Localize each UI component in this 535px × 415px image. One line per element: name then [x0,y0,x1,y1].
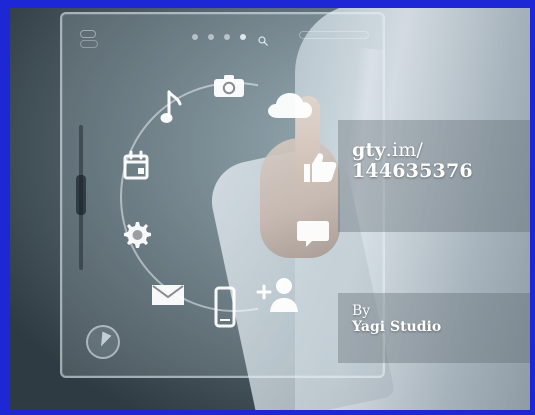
panel-topbar [72,24,377,50]
watermark-url-prefix: gty [352,139,386,161]
page-dot-1[interactable] [192,34,198,40]
vertical-slider-thumb[interactable] [76,175,86,215]
page-dot-2[interactable] [208,34,214,40]
topbar-badge-left-2 [80,40,98,48]
add-contact-icon[interactable] [256,274,300,314]
watermark-url: gty.im/ [352,140,473,161]
like-thumb-icon[interactable] [302,150,338,184]
search-icon[interactable] [258,31,268,46]
mail-icon[interactable] [151,283,185,307]
cloud-icon[interactable] [266,90,312,122]
credit-by-label: By [352,303,371,319]
calendar-icon[interactable] [122,150,150,180]
watermark-code: 144635376 [352,159,473,182]
chat-bubble-icon[interactable] [296,218,330,250]
gear-icon[interactable] [120,218,152,250]
music-note-icon[interactable] [160,88,182,128]
page-dot-4[interactable] [240,34,246,40]
phone-icon[interactable] [214,286,236,328]
topbar-badge-left [80,30,96,38]
credit-text: By Yagi Studio [352,303,441,335]
credit-studio-name: Yagi Studio [352,319,442,336]
page-dot-3[interactable] [224,34,230,40]
topbar-search-field[interactable] [299,31,369,39]
watermark-text: gty.im/ 144635376 [352,140,473,181]
camera-icon[interactable] [212,73,246,99]
watermark-url-suffix: .im/ [385,139,424,161]
